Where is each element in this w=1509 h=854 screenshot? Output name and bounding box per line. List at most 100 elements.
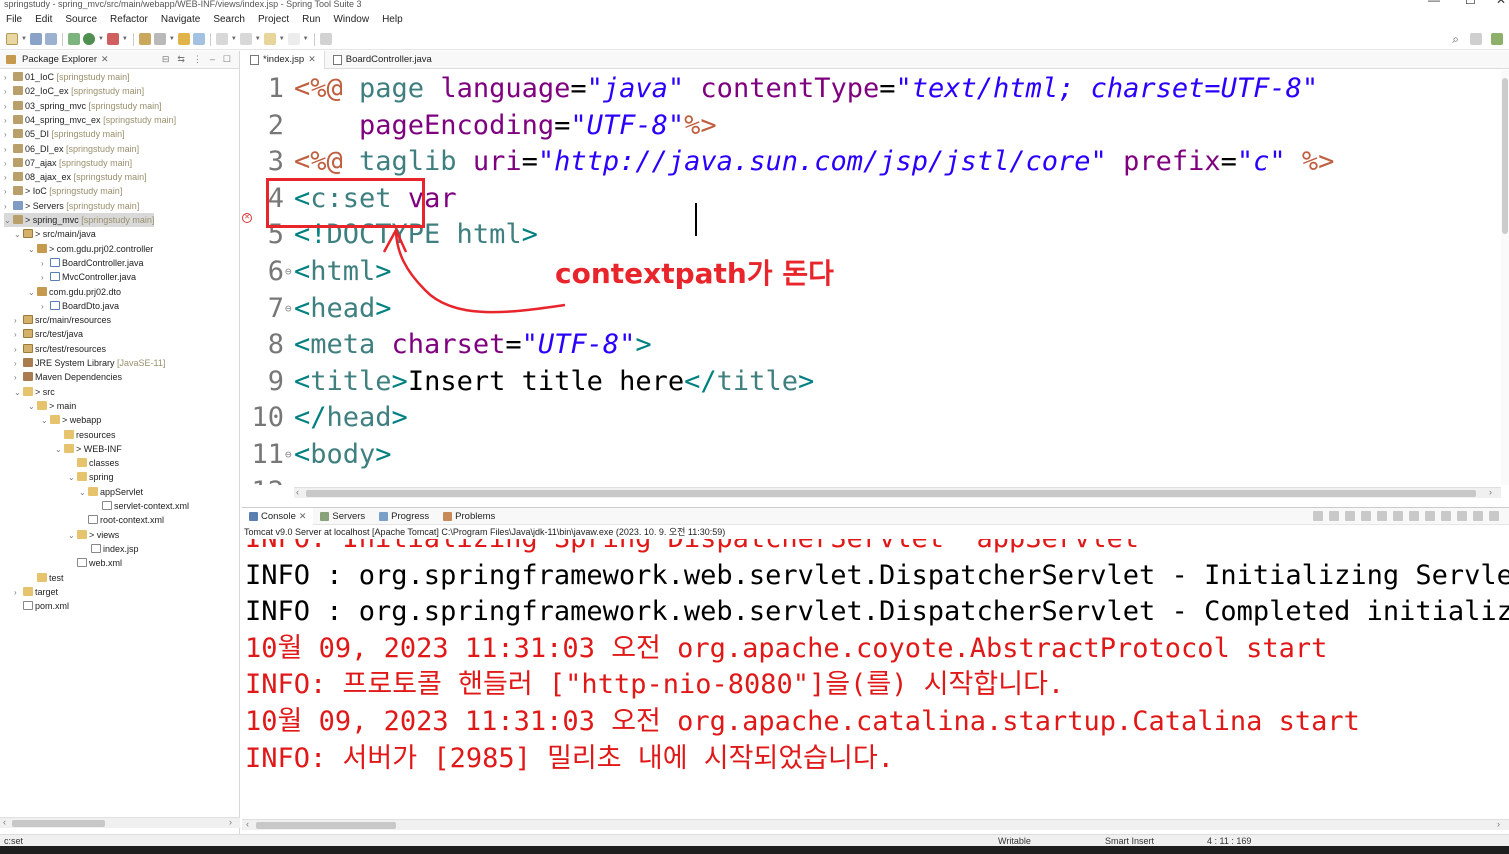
tree-item[interactable]: › 04_spring_mvc_ex [springstudy main]	[4, 113, 176, 127]
tree-item[interactable]: › 06_DI_ex [springstudy main]	[4, 142, 139, 156]
tree-item[interactable]: › BoardDto.java	[41, 299, 119, 313]
package-explorer-tab[interactable]: Package Explorer ✕ ⊟ ⇆ ⋮ – ☐	[0, 51, 239, 69]
scroll-lock-icon[interactable]	[1393, 511, 1403, 521]
console-hscrollbar[interactable]: ‹ ›	[242, 819, 1509, 830]
tree-item[interactable]: › src/main/resources	[14, 313, 111, 327]
tree-item[interactable]: ⌄ > main	[28, 399, 76, 413]
menu-source[interactable]: Source	[65, 14, 97, 25]
tree-item[interactable]: index.jsp	[82, 542, 139, 556]
tree-item[interactable]: › target	[14, 585, 58, 599]
tree-item[interactable]: pom.xml	[14, 599, 69, 613]
back-icon[interactable]	[263, 33, 276, 45]
new-console-icon[interactable]	[1457, 511, 1467, 521]
menu-project[interactable]: Project	[258, 14, 289, 25]
menu-search[interactable]: Search	[213, 14, 245, 25]
chevron-icon[interactable]: ›	[14, 357, 23, 371]
tree-item[interactable]: › JRE System Library [JavaSE-11]	[14, 356, 165, 370]
tree-item[interactable]: servlet-context.xml	[93, 499, 189, 513]
chevron-icon[interactable]: ⌄	[41, 414, 50, 428]
tree-item[interactable]: › > IoC [springstudy main]	[4, 184, 122, 198]
minimize-view-icon[interactable]: –	[210, 54, 215, 65]
tree-item[interactable]: test	[28, 571, 64, 585]
remove-launch-icon[interactable]	[1345, 511, 1355, 521]
chevron-icon[interactable]: ›	[14, 371, 23, 385]
external-tools-icon[interactable]	[106, 33, 119, 45]
tree-item[interactable]: ⌄ > com.gdu.prj02.controller	[28, 242, 153, 256]
chevron-icon[interactable]: ⌄	[28, 400, 37, 414]
search-tool-icon[interactable]	[153, 33, 166, 45]
chevron-icon[interactable]: ›	[4, 200, 13, 214]
menu-help[interactable]: Help	[382, 14, 403, 25]
minimize-icon[interactable]: —	[1428, 0, 1440, 6]
chevron-icon[interactable]: ⌄	[4, 214, 13, 228]
collapse-all-icon[interactable]: ⊟	[162, 54, 170, 65]
code-area[interactable]: 1 <%@ page language="java" contentType="t…	[242, 70, 1509, 485]
chevron-icon[interactable]: ›	[4, 71, 13, 85]
editor-tab[interactable]: BoardController.java	[325, 51, 440, 69]
console-tab-progress[interactable]: Progress	[372, 508, 436, 525]
close-tab-icon[interactable]: ✕	[308, 54, 316, 65]
chevron-icon[interactable]: ⌄	[28, 243, 37, 257]
chevron-icon[interactable]: ›	[41, 257, 50, 271]
tree-item[interactable]: › Maven Dependencies	[14, 370, 122, 384]
explorer-hscrollbar[interactable]: ‹ ›	[0, 817, 240, 828]
chevron-icon[interactable]: ⌄	[28, 286, 37, 300]
terminate-icon[interactable]	[1329, 511, 1339, 521]
chevron-icon[interactable]: ›	[4, 171, 13, 185]
tree-item[interactable]: resources	[55, 428, 116, 442]
console-tab-console[interactable]: Console ✕	[242, 507, 314, 525]
open-task-icon[interactable]	[192, 33, 205, 45]
new-server-icon[interactable]	[177, 33, 190, 45]
pin-console-icon[interactable]	[1425, 511, 1435, 521]
maximize-view-icon[interactable]: ☐	[223, 54, 231, 65]
tree-item[interactable]: classes	[68, 456, 119, 470]
display-console-icon[interactable]	[1441, 511, 1451, 521]
tree-item[interactable]: ⌄ > spring_mvc [springstudy main]	[4, 213, 155, 228]
editor-tab[interactable]: *index.jsp ✕	[242, 50, 325, 69]
save-all-icon[interactable]	[44, 33, 57, 45]
tree-item[interactable]: web.xml	[68, 556, 122, 570]
chevron-icon[interactable]: ⌄	[14, 228, 23, 242]
tree-item[interactable]: ⌄ appServlet	[79, 485, 143, 499]
tree-item[interactable]: › 05_DI [springstudy main]	[4, 127, 125, 141]
tree-item[interactable]: ⌄ > views	[68, 528, 119, 542]
console-tab-servers[interactable]: Servers	[313, 508, 372, 525]
fold-icon[interactable]: ⊖	[285, 436, 292, 473]
tree-item[interactable]: root-context.xml	[79, 513, 164, 527]
chevron-icon[interactable]: ›	[14, 328, 23, 342]
tree-item[interactable]: ⌄ spring	[68, 470, 114, 484]
tree-item[interactable]: › MvcController.java	[41, 270, 136, 284]
chevron-icon[interactable]: ⌄	[68, 471, 77, 485]
run-icon[interactable]	[82, 33, 95, 45]
link-editor-icon[interactable]: ⇆	[177, 54, 185, 65]
clear-console-icon[interactable]	[1377, 511, 1387, 521]
tree-item[interactable]: › 02_IoC_ex [springstudy main]	[4, 84, 144, 98]
maximize-icon[interactable]: ☐	[1465, 0, 1476, 6]
open-type-icon[interactable]	[138, 33, 151, 45]
chevron-icon[interactable]: ›	[14, 343, 23, 357]
tree-item[interactable]: › 08_ajax_ex [springstudy main]	[4, 170, 147, 184]
search-icon[interactable]: ⌕	[1452, 32, 1459, 47]
open-perspective-icon[interactable]	[1470, 33, 1482, 45]
menu-window[interactable]: Window	[333, 14, 369, 25]
chevron-icon[interactable]: ›	[4, 114, 13, 128]
chevron-icon[interactable]: ⌄	[79, 486, 88, 500]
tree-item[interactable]: › > Servers [springstudy main]	[4, 199, 139, 213]
stop-icon[interactable]	[1313, 511, 1323, 521]
chevron-icon[interactable]: ›	[4, 143, 13, 157]
new-icon[interactable]	[6, 33, 18, 45]
close-tab-icon[interactable]: ✕	[101, 54, 109, 65]
menu-file[interactable]: File	[6, 14, 22, 25]
prev-annotation-icon[interactable]	[215, 33, 228, 45]
chevron-icon[interactable]: ⌄	[14, 386, 23, 400]
maximize-icon[interactable]	[1489, 511, 1499, 521]
console-output[interactable]: INFO: Initializing Spring DispatcherServ…	[242, 539, 1509, 819]
chevron-icon[interactable]: ›	[41, 271, 50, 285]
tree-item[interactable]: ⌄ > src	[14, 385, 55, 399]
chevron-icon[interactable]: ⌄	[55, 443, 64, 457]
word-wrap-icon[interactable]	[1409, 511, 1419, 521]
chevron-icon[interactable]: ›	[41, 300, 50, 314]
tree-item[interactable]: › 01_IoC [springstudy main]	[4, 70, 130, 84]
debug-icon[interactable]	[67, 33, 80, 45]
tree-item[interactable]: › 03_spring_mvc [springstudy main]	[4, 99, 162, 113]
